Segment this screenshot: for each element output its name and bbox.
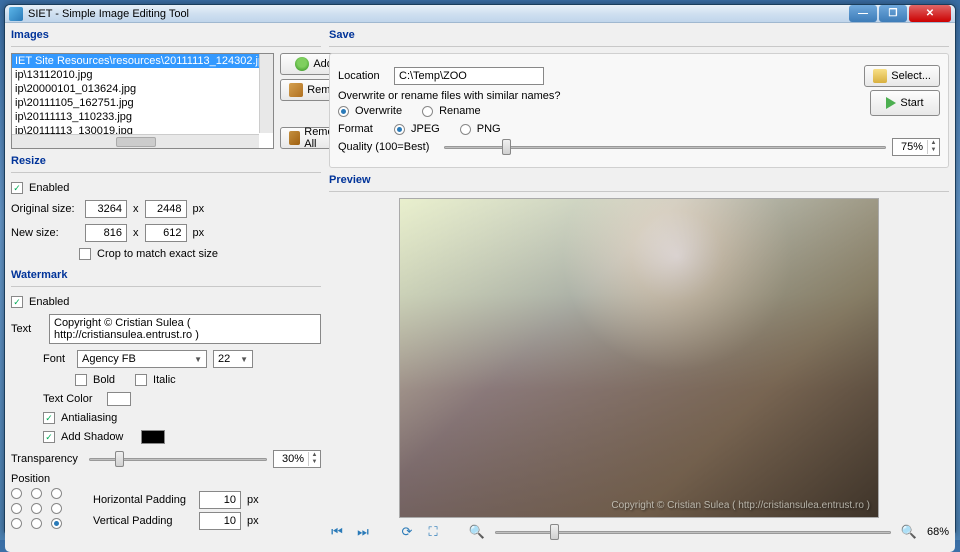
preview-watermark: Copyright © Cristian Sulea ( http://cris… bbox=[611, 500, 870, 511]
pos-bc-radio[interactable] bbox=[31, 518, 42, 529]
app-icon bbox=[9, 7, 23, 21]
fit-icon[interactable]: ⛶ bbox=[425, 524, 441, 540]
font-size-select[interactable]: 22▼ bbox=[213, 350, 253, 368]
text-color-swatch[interactable] bbox=[107, 392, 131, 406]
vertical-scrollbar[interactable] bbox=[259, 54, 273, 133]
folder-icon bbox=[873, 69, 887, 83]
remove-all-icon bbox=[289, 131, 300, 145]
close-button[interactable]: ✕ bbox=[909, 5, 951, 22]
app-window: SIET - Simple Image Editing Tool — ❐ ✕ I… bbox=[4, 4, 956, 536]
last-icon[interactable]: ⏭ bbox=[355, 524, 371, 540]
preview-title: Preview bbox=[329, 174, 949, 186]
images-panel: Images IET Site Resources\resources\2011… bbox=[11, 29, 321, 149]
pos-bl-radio[interactable] bbox=[11, 518, 22, 529]
list-item[interactable]: ip\13112010.jpg bbox=[12, 68, 273, 82]
list-item[interactable]: ip\20111113_110233.jpg bbox=[12, 110, 273, 124]
titlebar[interactable]: SIET - Simple Image Editing Tool — ❐ ✕ bbox=[5, 5, 955, 23]
transparency-slider[interactable] bbox=[89, 451, 267, 467]
orig-height: 2448 bbox=[145, 200, 187, 218]
select-button[interactable]: Select... bbox=[864, 65, 940, 87]
window-title: SIET - Simple Image Editing Tool bbox=[28, 8, 849, 20]
zoom-value: 68% bbox=[927, 526, 949, 538]
vpad-input[interactable]: 10 bbox=[199, 512, 241, 530]
zoom-in-icon[interactable]: 🔍 bbox=[901, 524, 917, 540]
minimize-button[interactable]: — bbox=[849, 5, 877, 22]
overwrite-radio[interactable] bbox=[338, 106, 349, 117]
maximize-button[interactable]: ❐ bbox=[879, 5, 907, 22]
pos-tl-radio[interactable] bbox=[11, 488, 22, 499]
preview-panel: Preview Copyright © Cristian Sulea ( htt… bbox=[329, 174, 949, 546]
rename-radio[interactable] bbox=[422, 106, 433, 117]
content: Images IET Site Resources\resources\2011… bbox=[5, 23, 955, 552]
pos-mc-radio[interactable] bbox=[31, 503, 42, 514]
location-input[interactable]: C:\Temp\ZOO bbox=[394, 67, 544, 85]
font-select[interactable]: Agency FB▼ bbox=[77, 350, 207, 368]
hpad-input[interactable]: 10 bbox=[199, 491, 241, 509]
list-item[interactable]: ip\20111105_162751.jpg bbox=[12, 96, 273, 110]
zoom-slider[interactable] bbox=[495, 524, 891, 540]
jpeg-radio[interactable] bbox=[394, 124, 405, 135]
shadow-color-swatch[interactable] bbox=[141, 430, 165, 444]
watermark-enabled-checkbox[interactable]: ✓ bbox=[11, 296, 23, 308]
resize-title: Resize bbox=[11, 155, 321, 167]
preview-image: Copyright © Cristian Sulea ( http://cris… bbox=[399, 198, 879, 518]
pos-ml-radio[interactable] bbox=[11, 503, 22, 514]
pos-tr-radio[interactable] bbox=[51, 488, 62, 499]
preview-controls: ⏮ ⏭ ⟳ ⛶ 🔍 🔍 68% bbox=[329, 518, 949, 546]
zoom-out-icon[interactable]: 🔍 bbox=[469, 524, 485, 540]
watermark-text-input[interactable]: Copyright © Cristian Sulea ( http://cris… bbox=[49, 314, 321, 344]
resize-panel: Resize ✓Enabled Original size:3264x2448p… bbox=[11, 155, 321, 263]
list-item[interactable]: ip\20000101_013624.jpg bbox=[12, 82, 273, 96]
list-item[interactable]: IET Site Resources\resources\20111113_12… bbox=[12, 54, 273, 68]
crop-checkbox[interactable] bbox=[79, 248, 91, 260]
save-panel: Save LocationC:\Temp\ZOOSelect... Overwr… bbox=[329, 29, 949, 168]
quality-spinner[interactable]: 75%▲▼ bbox=[892, 138, 940, 156]
orig-width: 3264 bbox=[85, 200, 127, 218]
position-grid bbox=[11, 488, 67, 529]
first-icon[interactable]: ⏮ bbox=[329, 524, 345, 540]
pos-mr-radio[interactable] bbox=[51, 503, 62, 514]
italic-checkbox[interactable] bbox=[135, 374, 147, 386]
watermark-title: Watermark bbox=[11, 269, 321, 281]
png-radio[interactable] bbox=[460, 124, 471, 135]
new-width-input[interactable]: 816 bbox=[85, 224, 127, 242]
save-title: Save bbox=[329, 29, 949, 41]
play-icon bbox=[886, 97, 896, 109]
shadow-checkbox[interactable]: ✓ bbox=[43, 431, 55, 443]
images-title: Images bbox=[11, 29, 321, 41]
remove-icon bbox=[289, 83, 303, 97]
watermark-panel: Watermark ✓Enabled TextCopyright © Crist… bbox=[11, 269, 321, 536]
transparency-spinner[interactable]: 30%▲▼ bbox=[273, 450, 321, 468]
rotate-icon[interactable]: ⟳ bbox=[399, 524, 415, 540]
bold-checkbox[interactable] bbox=[75, 374, 87, 386]
antialias-checkbox[interactable]: ✓ bbox=[43, 412, 55, 424]
resize-enabled-checkbox[interactable]: ✓ bbox=[11, 182, 23, 194]
pos-br-radio[interactable] bbox=[51, 518, 62, 529]
start-button[interactable]: Start bbox=[870, 90, 940, 116]
image-listbox[interactable]: IET Site Resources\resources\20111113_12… bbox=[11, 53, 274, 149]
add-icon bbox=[295, 57, 309, 71]
quality-slider[interactable] bbox=[444, 139, 886, 155]
new-height-input[interactable]: 612 bbox=[145, 224, 187, 242]
pos-tc-radio[interactable] bbox=[31, 488, 42, 499]
horizontal-scrollbar[interactable] bbox=[12, 134, 259, 148]
